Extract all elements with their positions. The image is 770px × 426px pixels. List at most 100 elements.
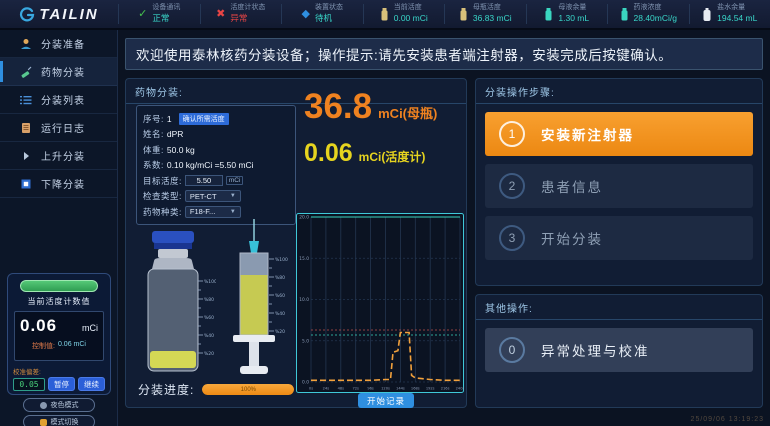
- target-activity-label: 目标活度:: [143, 175, 182, 187]
- steps-panel-title: 分装操作步骤:: [476, 79, 762, 104]
- svg-text:5.0: 5.0: [302, 338, 309, 344]
- control-value: 0.06 mCi: [58, 341, 86, 351]
- svg-text:72s: 72s: [352, 387, 359, 391]
- weight-label: 体重:: [143, 144, 164, 156]
- confirm-activity-button[interactable]: 确认所需活度: [179, 113, 229, 125]
- svg-text:0.0: 0.0: [302, 380, 309, 386]
- step-number: 0: [499, 337, 525, 363]
- offset-input[interactable]: [13, 378, 45, 391]
- meter-unit: mCi: [82, 323, 98, 333]
- svg-text:%60: %60: [275, 293, 285, 299]
- logo-g-icon: [19, 6, 35, 22]
- meter-value: 0.06: [20, 316, 57, 336]
- indicator-label: 药液浓度: [634, 4, 677, 13]
- sidebar-item-label: 分装准备: [41, 36, 85, 51]
- bottle-activity-unit: mCi(母瓶): [378, 103, 437, 122]
- svg-text:168s: 168s: [411, 387, 420, 391]
- step-patient-info[interactable]: 2 患者信息: [485, 164, 753, 208]
- step-label: 开始分装: [541, 228, 603, 248]
- sidebar-item-list[interactable]: 分装列表: [0, 86, 117, 114]
- svg-text:216s: 216s: [441, 387, 450, 391]
- sidebar-item-raise[interactable]: 上升分装: [0, 142, 117, 170]
- sidebar-item-prepare[interactable]: 分装准备: [0, 30, 117, 58]
- indicator-stock-volume: 母液余量1.30 mL: [526, 4, 608, 24]
- svg-text:96s: 96s: [367, 387, 374, 391]
- indicator-value: 1.30 mL: [558, 13, 589, 24]
- top-status-bar: TAILIN ✓ 设备通讯正常 ✖ 活度计状态异常 ◆ 装置状态待机 当前活度0…: [0, 0, 770, 30]
- meter-activity-readout: 0.06 mCi(活度计): [304, 139, 425, 168]
- bottle-activity-readout: 36.8 mCi(母瓶): [304, 87, 437, 127]
- sidebar-item-lower[interactable]: 下降分装: [0, 170, 117, 198]
- syringe-graphic: %100 %80 %60 %40 %20: [228, 219, 290, 386]
- exam-type-select[interactable]: PET-CT ▼: [185, 190, 241, 202]
- svg-text:24s: 24s: [323, 387, 330, 391]
- meter-activity-unit: mCi(活度计): [359, 148, 426, 165]
- indicator-meter-status: ✖ 活度计状态异常: [200, 4, 282, 24]
- down-square-icon: [20, 178, 32, 190]
- mode-pill-group: 夜色模式 模式切换: [0, 398, 118, 426]
- indicator-value: 28.40mCi/g: [634, 13, 677, 24]
- progress-row: 分装进度: 100%: [138, 381, 294, 398]
- night-mode-button[interactable]: 夜色模式: [23, 398, 95, 412]
- indicator-label: 当前活度: [394, 4, 428, 13]
- svg-text:%100: %100: [275, 257, 288, 263]
- bottle-activity-value: 36.8: [304, 87, 372, 127]
- sidebar-item-log[interactable]: 运行日志: [0, 114, 117, 142]
- vial-graphic: %100 %80 %60 %40 %20: [136, 229, 216, 382]
- exam-type-value: PET-CT: [190, 192, 217, 201]
- step-number: 2: [499, 173, 525, 199]
- resume-button[interactable]: 继续: [78, 377, 105, 391]
- indicator-label: 活度计状态: [230, 4, 265, 13]
- svg-text:10.0: 10.0: [299, 297, 309, 303]
- pill-label: 夜色模式: [51, 400, 79, 410]
- indicator-concentration: 药液浓度28.40mCi/g: [607, 4, 689, 24]
- indicator-value: 194.54 mL: [717, 13, 757, 24]
- mode-switch-button[interactable]: 模式切换: [23, 415, 95, 426]
- svg-text:48s: 48s: [338, 387, 345, 391]
- indicator-value: 异常: [230, 13, 265, 24]
- activity-chart: 0s24s48s72s96s120s144s168s192s216s240s20…: [296, 213, 464, 393]
- other-operations-panel: 其他操作: 0 异常处理与校准: [475, 294, 763, 408]
- target-activity-input[interactable]: [185, 175, 223, 186]
- status-light: [20, 280, 98, 292]
- patient-form: 序号: 1 确认所需活度 姓名: dPR 体重: 50.0 kg 系数: 0.1…: [136, 105, 296, 225]
- logo-text: TAILIN: [39, 6, 98, 23]
- svg-text:%80: %80: [204, 297, 214, 303]
- list-icon: [20, 94, 32, 106]
- vial-icon: [380, 8, 389, 21]
- name-label: 姓名:: [143, 128, 164, 140]
- step-label: 患者信息: [541, 176, 603, 196]
- indicator-label: 盐水余量: [717, 4, 757, 13]
- svg-text:%20: %20: [204, 351, 214, 357]
- brand-logo: TAILIN: [0, 6, 118, 23]
- step-install-syringe[interactable]: 1 安装新注射器: [485, 112, 753, 156]
- up-triangle-icon: [20, 150, 32, 162]
- progress-bar: 100%: [202, 384, 294, 395]
- timestamp-watermark: 25/09/06 13:19:23: [691, 416, 764, 423]
- indicator-value: 36.83 mCi: [473, 13, 512, 24]
- serial-value: 1: [167, 114, 172, 124]
- step-exception-calibration[interactable]: 0 异常处理与校准: [485, 328, 753, 372]
- indicator-saline-volume: 盐水余量194.54 mL: [689, 4, 770, 24]
- prepare-person-icon: [20, 38, 32, 50]
- svg-text:144s: 144s: [396, 387, 405, 391]
- drug-dispense-panel: 药物分装: 序号: 1 确认所需活度 姓名: dPR 体重: 50.0 kg 系…: [125, 78, 467, 408]
- svg-text:20.0: 20.0: [299, 215, 309, 221]
- svg-text:%80: %80: [275, 275, 285, 281]
- indicator-label: 母液余量: [558, 4, 589, 13]
- start-record-button[interactable]: 开始记录: [358, 393, 414, 408]
- sidebar-item-dispense[interactable]: 药物分装: [0, 58, 117, 86]
- step-start-dispense[interactable]: 3 开始分装: [485, 216, 753, 260]
- drug-type-select[interactable]: F18-F... ▼: [185, 206, 241, 218]
- target-activity-unit: mCi: [226, 176, 244, 185]
- progress-fill: 100%: [202, 384, 294, 395]
- pause-button[interactable]: 暂停: [48, 377, 75, 391]
- bottle-icon: [544, 8, 553, 21]
- drug-type-value: F18-F...: [190, 207, 215, 216]
- step-label: 安装新注射器: [541, 124, 634, 144]
- drug-type-label: 药物种类:: [143, 206, 182, 218]
- sidebar-item-label: 药物分装: [41, 64, 85, 79]
- svg-text:%60: %60: [204, 315, 214, 321]
- svg-text:0s: 0s: [309, 387, 313, 391]
- indicator-label: 母瓶活度: [473, 4, 512, 13]
